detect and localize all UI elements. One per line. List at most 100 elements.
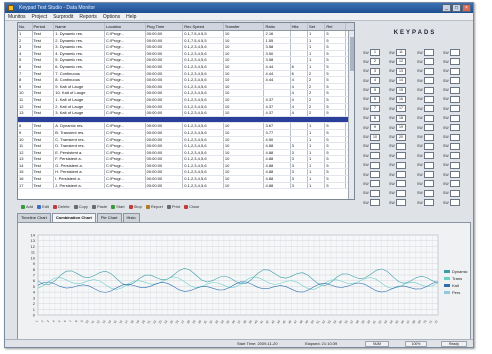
menu-item[interactable]: Munitos — [8, 13, 26, 20]
table-row[interactable]: 17 Test J. Persistent a. C:\Progr... 00:00:0… — [18, 182, 354, 190]
keypad-slot[interactable]: SW 13 — [389, 67, 406, 75]
table-row[interactable]: 1 Test 1. Dynamic res. C:\Progr... 00:00:00 0… — [18, 31, 354, 38]
keypad-input[interactable]: 3 — [370, 67, 380, 75]
keypad-slot[interactable]: SW — [443, 189, 460, 197]
table-row[interactable]: 3 Test 3. Dynamic res. C:\Progr... 00:00:00 0… — [18, 44, 354, 51]
menu-item[interactable]: Project — [32, 13, 48, 20]
keypad-input[interactable] — [424, 199, 434, 207]
keypad-input[interactable]: 11 — [396, 49, 406, 56]
menu-item[interactable]: Options — [103, 13, 120, 20]
keypad-input[interactable] — [450, 133, 460, 141]
keypad-input[interactable] — [450, 114, 460, 122]
keypad-slot[interactable]: SW — [389, 161, 406, 169]
keypad-slot[interactable]: SW — [417, 171, 434, 179]
keypad-input[interactable] — [396, 161, 406, 169]
table-row[interactable]: 12 Test 2. Kalt of Lauge C:\Progr... 00:00:0… — [18, 103, 354, 111]
keypad-slot[interactable]: SW — [363, 142, 380, 150]
keypad-slot[interactable]: SW 1 — [363, 49, 380, 56]
keypad-input[interactable] — [370, 152, 380, 160]
keypad-slot[interactable]: SW 16 — [389, 95, 406, 103]
keypad-slot[interactable]: SW — [417, 67, 434, 75]
table-row[interactable]: 6 Test 6. Dynamic res. C:\Progr... 00:00:00 0… — [18, 63, 354, 71]
column-header[interactable]: Name — [54, 23, 105, 30]
keypad-slot[interactable]: SW 7 — [363, 105, 380, 113]
column-header[interactable]: Ratio — [265, 23, 291, 30]
keypad-slot[interactable]: SW — [443, 133, 460, 141]
keypad-input[interactable] — [424, 161, 434, 169]
table-row[interactable]: 2 Test 2. Dynamic res. C:\Progr... 00:00:00 0… — [18, 37, 354, 45]
toolbar-button[interactable]: Print — [166, 204, 180, 209]
menu-item[interactable]: Help — [126, 13, 136, 20]
column-header[interactable]: Rel — [325, 23, 346, 30]
keypad-slot[interactable]: SW — [417, 58, 434, 66]
keypad-slot[interactable]: SW 2 — [363, 58, 380, 66]
keypad-input[interactable] — [396, 152, 406, 160]
column-header[interactable]: Transfer — [224, 23, 265, 30]
keypad-slot[interactable]: SW — [363, 171, 380, 179]
keypad-slot[interactable]: SW — [417, 95, 434, 103]
table-row[interactable]: 9 Test B. Transient res. C:\Progr... 00:00:0… — [18, 129, 354, 137]
table-row[interactable]: 7 Test 7. Continuous C:\Progr... 00:00:00 0.1… — [18, 70, 354, 78]
keypad-input[interactable] — [450, 95, 460, 103]
keypad-slot[interactable]: SW — [363, 180, 380, 188]
grid-scroll-thumb[interactable] — [350, 37, 354, 71]
keypad-slot[interactable]: SW — [417, 189, 434, 197]
keypad-slot[interactable]: SW — [443, 58, 460, 66]
toolbar-button[interactable]: Stop — [128, 204, 142, 209]
column-header[interactable]: Set — [308, 23, 326, 30]
close-button[interactable]: × — [462, 4, 471, 12]
keypad-slot[interactable]: SW — [417, 124, 434, 132]
keypad-slot[interactable]: SW — [363, 199, 380, 207]
table-row[interactable]: 4 Test 4. Dynamic res. C:\Progr... 00:00:00 0… — [18, 50, 354, 58]
keypad-slot[interactable]: SW — [389, 142, 406, 150]
keypad-slot[interactable]: SW 5 — [363, 86, 380, 94]
keypad-slot[interactable]: SW 10 — [363, 133, 380, 141]
toolbar-button[interactable]: Paste — [91, 204, 107, 209]
keypad-input[interactable] — [424, 133, 434, 141]
table-row[interactable]: 8 Test 8. Continuous C:\Progr... 00:00:00 0.1… — [18, 77, 354, 84]
keypad-input[interactable]: 20 — [396, 133, 406, 141]
keypad-input[interactable]: 4 — [370, 77, 380, 85]
keypad-slot[interactable]: SW — [417, 86, 434, 94]
keypad-input[interactable] — [450, 77, 460, 85]
keypad-slot[interactable]: SW — [389, 189, 406, 197]
keypad-slot[interactable]: SW — [363, 189, 380, 197]
keypad-slot[interactable]: SW 9 — [363, 124, 380, 132]
keypad-slot[interactable]: SW 20 — [389, 133, 406, 141]
table-row[interactable]: 9 Test 9. Kalt of Lauge C:\Progr... 00:00:00… — [18, 83, 354, 91]
keypad-input[interactable] — [450, 124, 460, 132]
keypad-input[interactable]: 9 — [370, 124, 380, 132]
table-row[interactable]: 15 Test H. Persistent a. C:\Progr... 00:00:0… — [18, 169, 354, 177]
keypad-slot[interactable]: SW — [443, 67, 460, 75]
keypad-slot[interactable]: SW — [417, 152, 434, 160]
keypad-slot[interactable]: SW — [443, 49, 460, 56]
keypad-input[interactable] — [424, 95, 434, 103]
keypad-input[interactable] — [424, 77, 434, 85]
keypad-slot[interactable]: SW — [443, 180, 460, 188]
keypad-slot[interactable]: SW — [443, 95, 460, 103]
table-row[interactable]: 13 Test F. Persistent a. C:\Progr... 00:00:0… — [18, 156, 354, 163]
toolbar-button[interactable]: Edit — [37, 204, 49, 209]
keypad-slot[interactable]: SW — [389, 180, 406, 188]
keypad-slot[interactable]: SW 11 — [389, 49, 406, 56]
keypad-input[interactable] — [450, 58, 460, 66]
chart-tab[interactable]: Pie Chart — [96, 213, 122, 222]
keypad-slot[interactable]: SW — [443, 142, 460, 150]
keypad-input[interactable] — [450, 142, 460, 150]
keypad-slot[interactable]: SW 19 — [389, 124, 406, 132]
keypad-slot[interactable]: SW 6 — [363, 95, 380, 103]
keypad-input[interactable] — [424, 180, 434, 188]
toolbar-button[interactable]: Add — [21, 204, 33, 209]
keypad-input[interactable] — [424, 189, 434, 197]
keypad-slot[interactable]: SW 3 — [363, 67, 380, 75]
keypad-input[interactable] — [396, 180, 406, 188]
keypad-input[interactable] — [370, 180, 380, 188]
chart-tab[interactable]: Histo — [122, 213, 140, 222]
column-header[interactable]: Plug Time — [146, 23, 184, 30]
keypad-input[interactable] — [424, 124, 434, 132]
keypad-input[interactable]: 18 — [396, 114, 406, 122]
keypad-slot[interactable]: SW — [389, 199, 406, 207]
menu-item[interactable]: Surprodit — [53, 13, 73, 20]
column-header[interactable]: Location — [105, 23, 146, 30]
keypad-input[interactable] — [450, 171, 460, 179]
